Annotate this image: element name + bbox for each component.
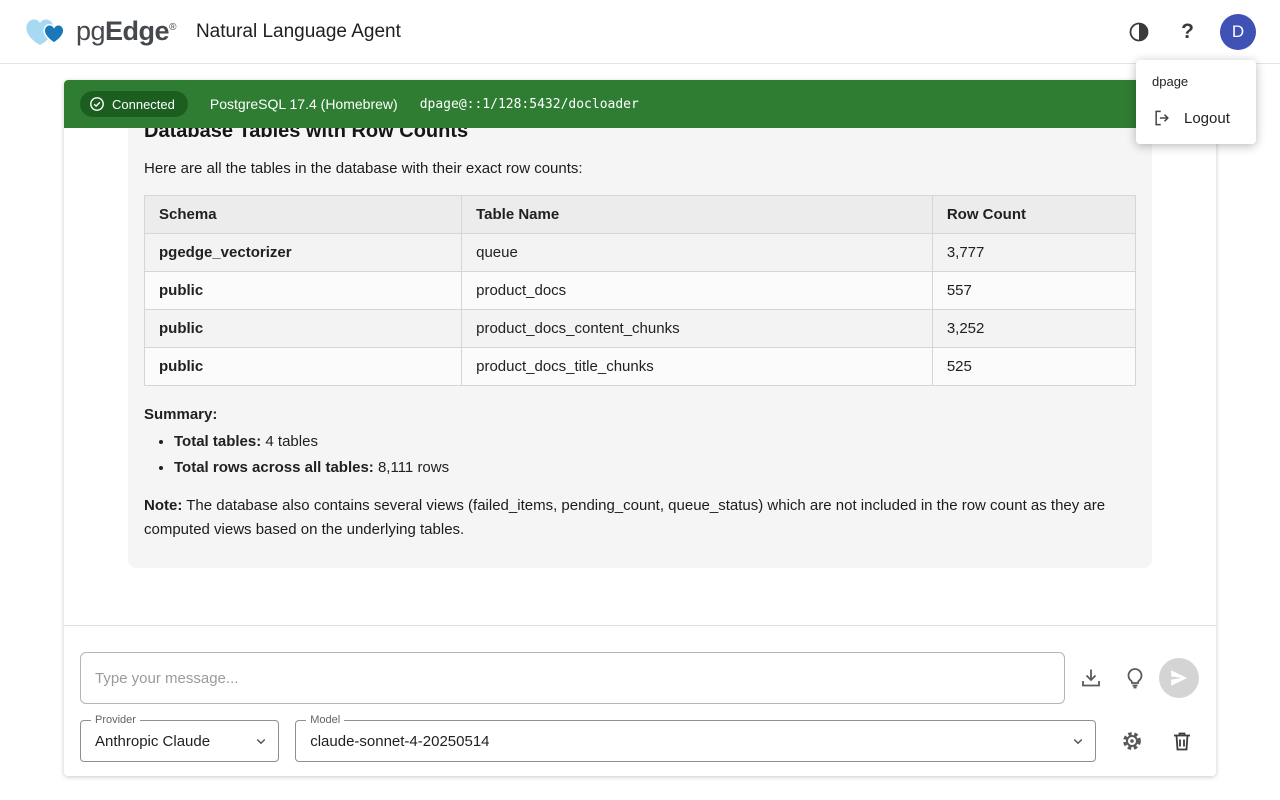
trash-icon	[1170, 729, 1194, 753]
model-label: Model	[306, 714, 344, 726]
chevron-down-icon	[252, 732, 270, 750]
table-row: public product_docs 557	[145, 272, 1136, 310]
help-button[interactable]: ?	[1177, 16, 1198, 48]
main-panel: Connected PostgreSQL 17.4 (Homebrew) dpa…	[64, 80, 1216, 776]
connection-status-bar: Connected PostgreSQL 17.4 (Homebrew) dpa…	[64, 80, 1216, 128]
cell-table-name: product_docs_title_chunks	[462, 348, 933, 386]
send-button[interactable]	[1159, 658, 1199, 698]
lightbulb-icon	[1123, 666, 1147, 690]
header-actions: ? D	[1123, 14, 1256, 50]
chat-transcript[interactable]: Database Tables with Row Counts Here are…	[64, 128, 1216, 625]
composer: Provider Anthropic Claude Model claude-s…	[64, 625, 1216, 776]
gear-icon	[1120, 728, 1144, 754]
model-select[interactable]: Model claude-sonnet-4-20250514	[295, 720, 1096, 762]
cell-schema: public	[145, 272, 462, 310]
row-counts-table: Schema Table Name Row Count pgedge_vecto…	[144, 195, 1136, 386]
cell-row-count: 3,252	[932, 310, 1135, 348]
user-menu-username: dpage	[1136, 66, 1256, 98]
logout-icon	[1152, 108, 1172, 128]
logout-label: Logout	[1184, 110, 1230, 127]
table-row: pgedge_vectorizer queue 3,777	[145, 234, 1136, 272]
composer-input-row	[80, 652, 1200, 704]
status-badge: Connected	[80, 91, 188, 117]
download-icon	[1079, 666, 1103, 690]
help-icon: ?	[1181, 20, 1194, 44]
column-header-table-name: Table Name	[462, 196, 933, 234]
list-item: Total rows across all tables: 8,111 rows	[174, 459, 1136, 476]
summary-heading: Summary:	[144, 406, 1136, 423]
server-version-text: PostgreSQL 17.4 (Homebrew)	[210, 96, 398, 112]
avatar-initial: D	[1232, 22, 1244, 42]
cell-table-name: queue	[462, 234, 933, 272]
chevron-down-icon	[1069, 732, 1087, 750]
message-heading: Database Tables with Row Counts	[144, 128, 1136, 144]
check-circle-icon	[89, 96, 105, 112]
download-button[interactable]	[1073, 660, 1109, 696]
note-paragraph: Note: The database also contains several…	[144, 494, 1136, 542]
pgedge-logo-icon	[24, 14, 70, 50]
theme-toggle-icon	[1127, 20, 1151, 44]
connection-string: dpage@::1/128:5432/docloader	[420, 97, 639, 112]
cell-row-count: 525	[932, 348, 1135, 386]
theme-toggle-button[interactable]	[1123, 16, 1155, 48]
cell-schema: pgedge_vectorizer	[145, 234, 462, 272]
message-input[interactable]	[80, 652, 1065, 704]
cell-table-name: product_docs	[462, 272, 933, 310]
suggestions-button[interactable]	[1117, 660, 1153, 696]
model-value: claude-sonnet-4-20250514	[296, 733, 1069, 750]
clear-chat-button[interactable]	[1164, 723, 1200, 759]
settings-button[interactable]	[1114, 723, 1150, 759]
table-row: public product_docs_content_chunks 3,252	[145, 310, 1136, 348]
app-header: pgEdge® Natural Language Agent ? D	[0, 0, 1280, 64]
composer-settings-row: Provider Anthropic Claude Model claude-s…	[80, 720, 1200, 762]
brand-wordmark: pgEdge®	[76, 16, 176, 47]
cell-schema: public	[145, 310, 462, 348]
user-menu: dpage Logout	[1136, 60, 1256, 144]
message-intro: Here are all the tables in the database …	[144, 160, 1136, 177]
page-title: Natural Language Agent	[196, 21, 401, 43]
table-header-row: Schema Table Name Row Count	[145, 196, 1136, 234]
cell-row-count: 3,777	[932, 234, 1135, 272]
cell-table-name: product_docs_content_chunks	[462, 310, 933, 348]
summary-list: Total tables: 4 tables Total rows across…	[144, 433, 1136, 476]
avatar[interactable]: D	[1220, 14, 1256, 50]
cell-row-count: 557	[932, 272, 1135, 310]
provider-select[interactable]: Provider Anthropic Claude	[80, 720, 279, 762]
logout-menu-item[interactable]: Logout	[1136, 98, 1256, 138]
assistant-message-card: Database Tables with Row Counts Here are…	[128, 128, 1152, 568]
status-badge-label: Connected	[112, 97, 175, 112]
cell-schema: public	[145, 348, 462, 386]
provider-value: Anthropic Claude	[81, 733, 252, 750]
pgedge-logo: pgEdge®	[24, 14, 176, 50]
list-item: Total tables: 4 tables	[174, 433, 1136, 450]
provider-label: Provider	[91, 714, 140, 726]
table-row: public product_docs_title_chunks 525	[145, 348, 1136, 386]
send-icon	[1168, 667, 1190, 689]
column-header-row-count: Row Count	[932, 196, 1135, 234]
column-header-schema: Schema	[145, 196, 462, 234]
